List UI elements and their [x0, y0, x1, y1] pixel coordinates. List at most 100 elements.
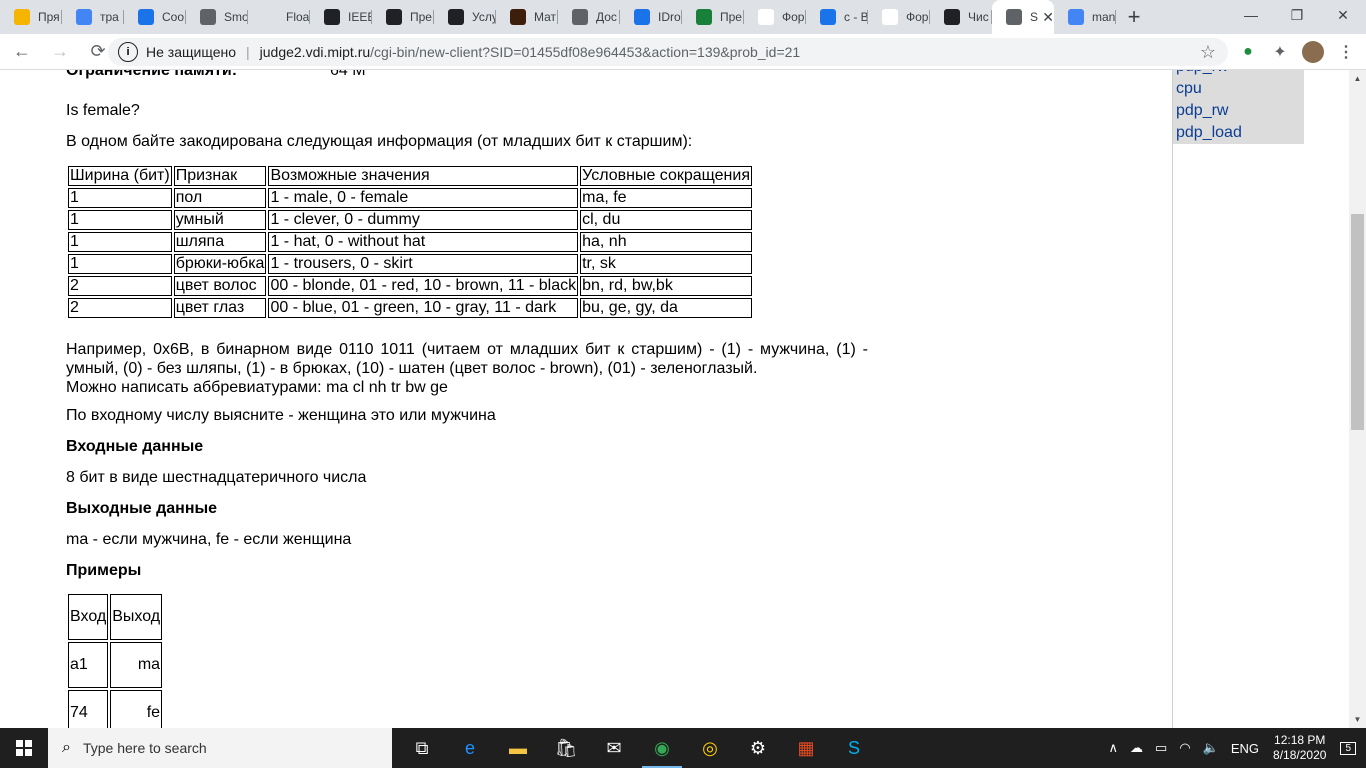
tab-2[interactable]: Coo: [124, 0, 186, 34]
tab-title: Фор: [782, 10, 805, 24]
bookmark-star-icon[interactable]: ☆: [1200, 42, 1216, 63]
info-icon[interactable]: i: [118, 42, 138, 62]
table-cell: tr, sk: [580, 254, 752, 274]
office-icon[interactable]: ▦: [782, 728, 830, 768]
onedrive-icon[interactable]: ☁: [1130, 740, 1143, 756]
extension-green-icon[interactable]: ●: [1238, 42, 1258, 62]
maximize-button[interactable]: ❐: [1274, 0, 1320, 30]
tab-strip: Пря тра Coo Smo Floa IEEE Пре Услу Мат Дос IDro Пре…: [0, 0, 1366, 34]
example-row: 74 fe: [68, 690, 163, 728]
back-button[interactable]: ←: [6, 36, 38, 68]
table-header-row: Ширина (бит) Признак Возможные значения Усл…: [68, 166, 752, 186]
page-icon: [882, 9, 898, 25]
menu-kebab-icon[interactable]: ⋮: [1336, 42, 1356, 62]
skype-icon[interactable]: S: [830, 728, 878, 768]
tab-title: man: [1092, 10, 1116, 24]
wikipedia-icon: [324, 9, 340, 25]
battery-icon[interactable]: ▭: [1155, 740, 1167, 756]
memory-limit-value: 64 M: [330, 70, 366, 79]
tab-close-icon[interactable]: ✕: [1042, 9, 1054, 26]
settings-icon[interactable]: ⚙: [734, 728, 782, 768]
tab-title: Дос: [596, 10, 617, 24]
table-row: 1 умный 1 - clever, 0 - dummy cl, du: [68, 210, 752, 230]
tab-5[interactable]: IEEE: [310, 0, 372, 34]
minimize-button[interactable]: —: [1228, 0, 1274, 30]
input-heading: Входные данные: [66, 438, 204, 455]
tab-9[interactable]: Дос: [558, 0, 620, 34]
sidebar-link-pdp-rw[interactable]: pdp_rw: [1176, 102, 1228, 120]
start-button[interactable]: [0, 728, 48, 768]
clock[interactable]: 12:18 PM 8/18/2020: [1273, 733, 1326, 763]
sidebar-link-pdp-load[interactable]: pdp_load: [1176, 124, 1242, 142]
new-tab-button[interactable]: +: [1116, 0, 1152, 34]
table-row: 2 цвет волос 00 - blonde, 01 - red, 10 - b…: [68, 276, 752, 296]
task-view-icon[interactable]: ⧉: [398, 728, 446, 768]
store-icon[interactable]: 🛍: [542, 728, 590, 768]
tab-4[interactable]: Floa: [248, 0, 310, 34]
table-row: 1 пол 1 - male, 0 - female ma, fe: [68, 188, 752, 208]
sidebar-link-cpu[interactable]: cpu: [1176, 80, 1202, 98]
security-label[interactable]: Не защищено: [146, 44, 236, 60]
tab-title: с - B: [844, 10, 868, 24]
table-cell: Ширина (бит): [68, 166, 172, 186]
tab-6[interactable]: Пре: [372, 0, 434, 34]
tab-1[interactable]: тра: [62, 0, 124, 34]
abbrev-text: Можно написать аббревиатурами: ma cl nh …: [66, 379, 448, 396]
example-cell: Выход: [110, 594, 163, 640]
clock-time: 12:18 PM: [1274, 733, 1326, 747]
google-icon: [1068, 9, 1084, 25]
address-bar[interactable]: i Не защищено | judge2.vdi.mipt.ru/cgi-b…: [108, 38, 1228, 66]
volume-icon[interactable]: 🔈: [1203, 740, 1219, 756]
wifi-icon[interactable]: ◠: [1179, 740, 1190, 756]
tab-title: IDro: [658, 10, 681, 24]
example-cell: Вход: [68, 594, 109, 640]
page-scrollbar[interactable]: ▲ ▼: [1349, 70, 1366, 728]
table-cell: цвет волос: [173, 276, 267, 296]
table-cell: 1: [68, 210, 172, 230]
tab-0[interactable]: Пря: [0, 0, 62, 34]
examples-table: Вход Выход a1 ma 74 fe: [66, 592, 164, 728]
tab-12[interactable]: Фор: [744, 0, 806, 34]
stackoverflow-icon: [820, 9, 836, 25]
example-cell: 74: [68, 690, 109, 728]
forward-button[interactable]: →: [44, 36, 76, 68]
table-cell: 1 - male, 0 - female: [268, 188, 579, 208]
tab-8[interactable]: Мат: [496, 0, 558, 34]
close-window-button[interactable]: ✕: [1320, 0, 1366, 30]
table-cell: bu, ge, gy, da: [580, 298, 752, 318]
tab-11[interactable]: Пре: [682, 0, 744, 34]
tab-title: Чис: [968, 10, 989, 24]
notifications-icon[interactable]: 5: [1340, 741, 1356, 755]
edge-icon[interactable]: e: [446, 728, 494, 768]
sidebar-link-pdp-rw-top[interactable]: pdp_rw: [1176, 70, 1228, 76]
yandex-browser-icon[interactable]: ◎: [686, 728, 734, 768]
url-host: judge2.vdi.mipt.ru: [259, 44, 371, 60]
file-explorer-icon[interactable]: ▬: [494, 728, 542, 768]
tab-14[interactable]: Фор: [868, 0, 930, 34]
tab-title: Услу: [472, 10, 496, 24]
chrome-icon[interactable]: ◉: [638, 728, 686, 768]
tab-16[interactable]: S ✕: [992, 0, 1054, 34]
tab-17[interactable]: man: [1054, 0, 1116, 34]
tray-chevron-icon[interactable]: ∧: [1109, 740, 1119, 756]
language-indicator[interactable]: ENG: [1231, 741, 1259, 756]
extensions-puzzle-icon[interactable]: ✦: [1270, 42, 1290, 62]
tab-title: Пря: [38, 10, 60, 24]
tab-13[interactable]: с - B: [806, 0, 868, 34]
scroll-up-arrow-icon[interactable]: ▲: [1349, 70, 1366, 87]
browser-toolbar: ← → ⟳ i Не защищено | judge2.vdi.mipt.ru…: [0, 34, 1366, 70]
scroll-down-arrow-icon[interactable]: ▼: [1349, 711, 1366, 728]
tab-7[interactable]: Услу: [434, 0, 496, 34]
table-cell: ma, fe: [580, 188, 752, 208]
tab-10[interactable]: IDro: [620, 0, 682, 34]
tab-3[interactable]: Smo: [186, 0, 248, 34]
tab-15[interactable]: Чис: [930, 0, 992, 34]
scroll-thumb[interactable]: [1351, 214, 1364, 430]
table-cell: 1 - trousers, 0 - skirt: [268, 254, 579, 274]
tab-title: Smo: [224, 10, 248, 24]
table-cell: Возможные значения: [268, 166, 579, 186]
table-cell: bn, rd, bw,bk: [580, 276, 752, 296]
taskbar-search[interactable]: ⌕ Type here to search: [48, 728, 392, 768]
profile-avatar[interactable]: [1302, 41, 1324, 63]
mail-icon[interactable]: ✉: [590, 728, 638, 768]
